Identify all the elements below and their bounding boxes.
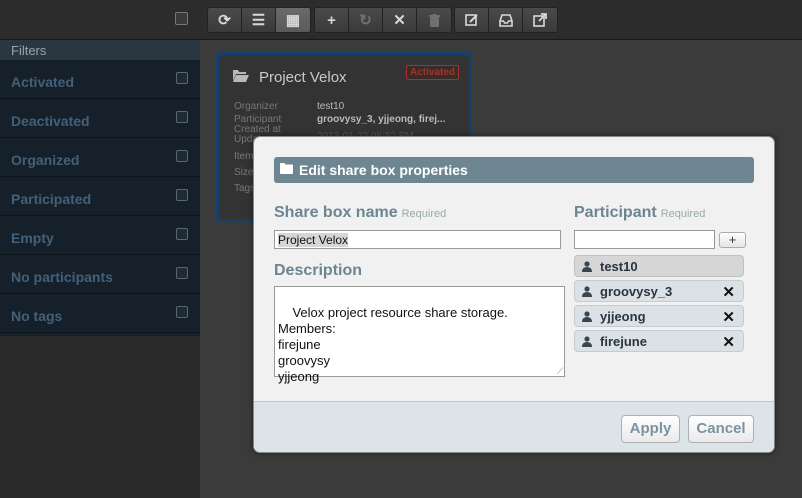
apply-button[interactable]: Apply — [621, 415, 680, 443]
share-button[interactable] — [523, 8, 557, 32]
list-view-button[interactable]: ☰ — [242, 8, 276, 32]
add-icon: + — [327, 11, 336, 29]
participant-name: groovysy_3 — [600, 284, 673, 299]
filter-item[interactable]: Activated — [0, 60, 200, 99]
tags-label: Tags — [234, 183, 256, 194]
filter-label: Participated — [11, 191, 92, 207]
trash-button[interactable] — [417, 8, 451, 32]
top-toolbar: ⟳ ☰ ▦ + ↻ ✕ — [0, 0, 802, 40]
filter-label: Deactivated — [11, 113, 90, 129]
cancel-button[interactable]: Cancel — [688, 415, 754, 443]
size-label: Size — [234, 167, 254, 178]
filter-item[interactable]: Organized — [0, 138, 200, 177]
toolbar-left-area — [0, 0, 200, 40]
filter-label: No tags — [11, 308, 63, 324]
organizer-value: test10 — [317, 101, 345, 112]
share-box-name-value: Project Velox — [278, 233, 349, 247]
sidebar-empty-area — [0, 336, 200, 498]
filter-label: Activated — [11, 74, 75, 90]
participant-name: yjjeong — [600, 309, 646, 324]
remove-participant-icon[interactable]: ✕ — [722, 308, 735, 326]
participant-chip: firejune ✕ — [574, 330, 744, 352]
filter-checkbox[interactable] — [176, 72, 188, 84]
folder-icon — [280, 163, 293, 174]
filter-label: Organized — [11, 152, 80, 168]
add-participant-button[interactable]: + — [719, 232, 746, 248]
status-badge: Activated — [405, 65, 459, 80]
filter-item[interactable]: Empty — [0, 216, 200, 255]
description-label: Description — [274, 262, 363, 279]
participant-name: test10 — [600, 259, 638, 274]
participant-field-label: Participant Required — [574, 204, 706, 221]
user-icon — [582, 311, 592, 322]
user-icon — [582, 336, 592, 347]
edit-icon — [464, 14, 478, 26]
close-button[interactable]: ✕ — [383, 8, 417, 32]
participant-chip: yjjeong ✕ — [574, 305, 744, 327]
description-value: Velox project resource share storage. Me… — [278, 305, 508, 384]
refresh-button[interactable]: ⟳ — [208, 8, 242, 32]
close-icon: ✕ — [393, 12, 406, 29]
list-view-icon: ☰ — [251, 12, 266, 29]
select-all-checkbox[interactable] — [175, 12, 188, 25]
filter-checkbox[interactable] — [176, 267, 188, 279]
filter-checkbox[interactable] — [176, 111, 188, 123]
inbox-icon — [498, 13, 513, 27]
participant-required-hint: Required — [660, 208, 706, 220]
filter-sidebar: Filters Activated Deactivated Organized Par… — [0, 40, 200, 336]
share-box-name-input[interactable]: Project Velox — [274, 230, 561, 249]
participant-name: firejune — [600, 334, 647, 349]
user-icon — [582, 261, 592, 272]
folder-open-icon — [233, 70, 249, 82]
inbox-button[interactable] — [489, 8, 523, 32]
dialog-header: Edit share box properties — [274, 157, 754, 183]
share-icon — [533, 13, 547, 27]
filter-list: Activated Deactivated Organized Participate… — [0, 60, 200, 333]
name-required-hint: Required — [401, 208, 447, 220]
trash-icon — [428, 13, 440, 27]
grid-view-icon: ▦ — [285, 12, 301, 29]
action-button-group: + ↻ ✕ — [314, 7, 452, 33]
filter-item[interactable]: No participants — [0, 255, 200, 294]
filter-checkbox[interactable] — [176, 228, 188, 240]
items-label: Item — [234, 151, 254, 162]
card-title: Project Velox — [259, 69, 347, 86]
sync-button[interactable]: ↻ — [349, 8, 383, 32]
remove-participant-icon[interactable]: ✕ — [722, 333, 735, 351]
participant-value: groovysy_3, yjjeong, firej... — [317, 114, 446, 125]
filter-item[interactable]: No tags — [0, 294, 200, 333]
view-button-group: ⟳ ☰ ▦ — [207, 7, 311, 33]
grid-view-button[interactable]: ▦ — [276, 8, 310, 32]
participant-chip: groovysy_3 ✕ — [574, 280, 744, 302]
remove-participant-icon[interactable]: ✕ — [722, 283, 735, 301]
filter-label: Empty — [11, 230, 54, 246]
organizer-label: Organizer — [234, 101, 278, 112]
refresh-icon: ⟳ — [218, 12, 231, 29]
filter-item[interactable]: Deactivated — [0, 99, 200, 138]
add-button[interactable]: + — [315, 8, 349, 32]
sidebar-header: Filters — [0, 40, 200, 60]
filter-checkbox[interactable] — [176, 189, 188, 201]
resize-handle-icon[interactable]: ⟋ — [557, 367, 563, 376]
filter-checkbox[interactable] — [176, 306, 188, 318]
dialog-footer: Apply Cancel — [254, 401, 774, 452]
edit-button-group — [454, 7, 558, 33]
filter-checkbox[interactable] — [176, 150, 188, 162]
filter-label: No participants — [11, 269, 113, 285]
sync-icon: ↻ — [359, 12, 372, 29]
description-textarea[interactable]: Velox project resource share storage. Me… — [274, 286, 565, 384]
edit-button[interactable] — [455, 8, 489, 32]
edit-share-box-dialog: Edit share box properties Share box name… — [253, 136, 775, 453]
participant-chip: test10 — [574, 255, 744, 277]
participant-input[interactable] — [574, 230, 715, 249]
share-box-name-label: Share box name Required — [274, 204, 447, 221]
user-icon — [582, 286, 592, 297]
dialog-title: Edit share box properties — [299, 162, 468, 178]
filter-item[interactable]: Participated — [0, 177, 200, 216]
